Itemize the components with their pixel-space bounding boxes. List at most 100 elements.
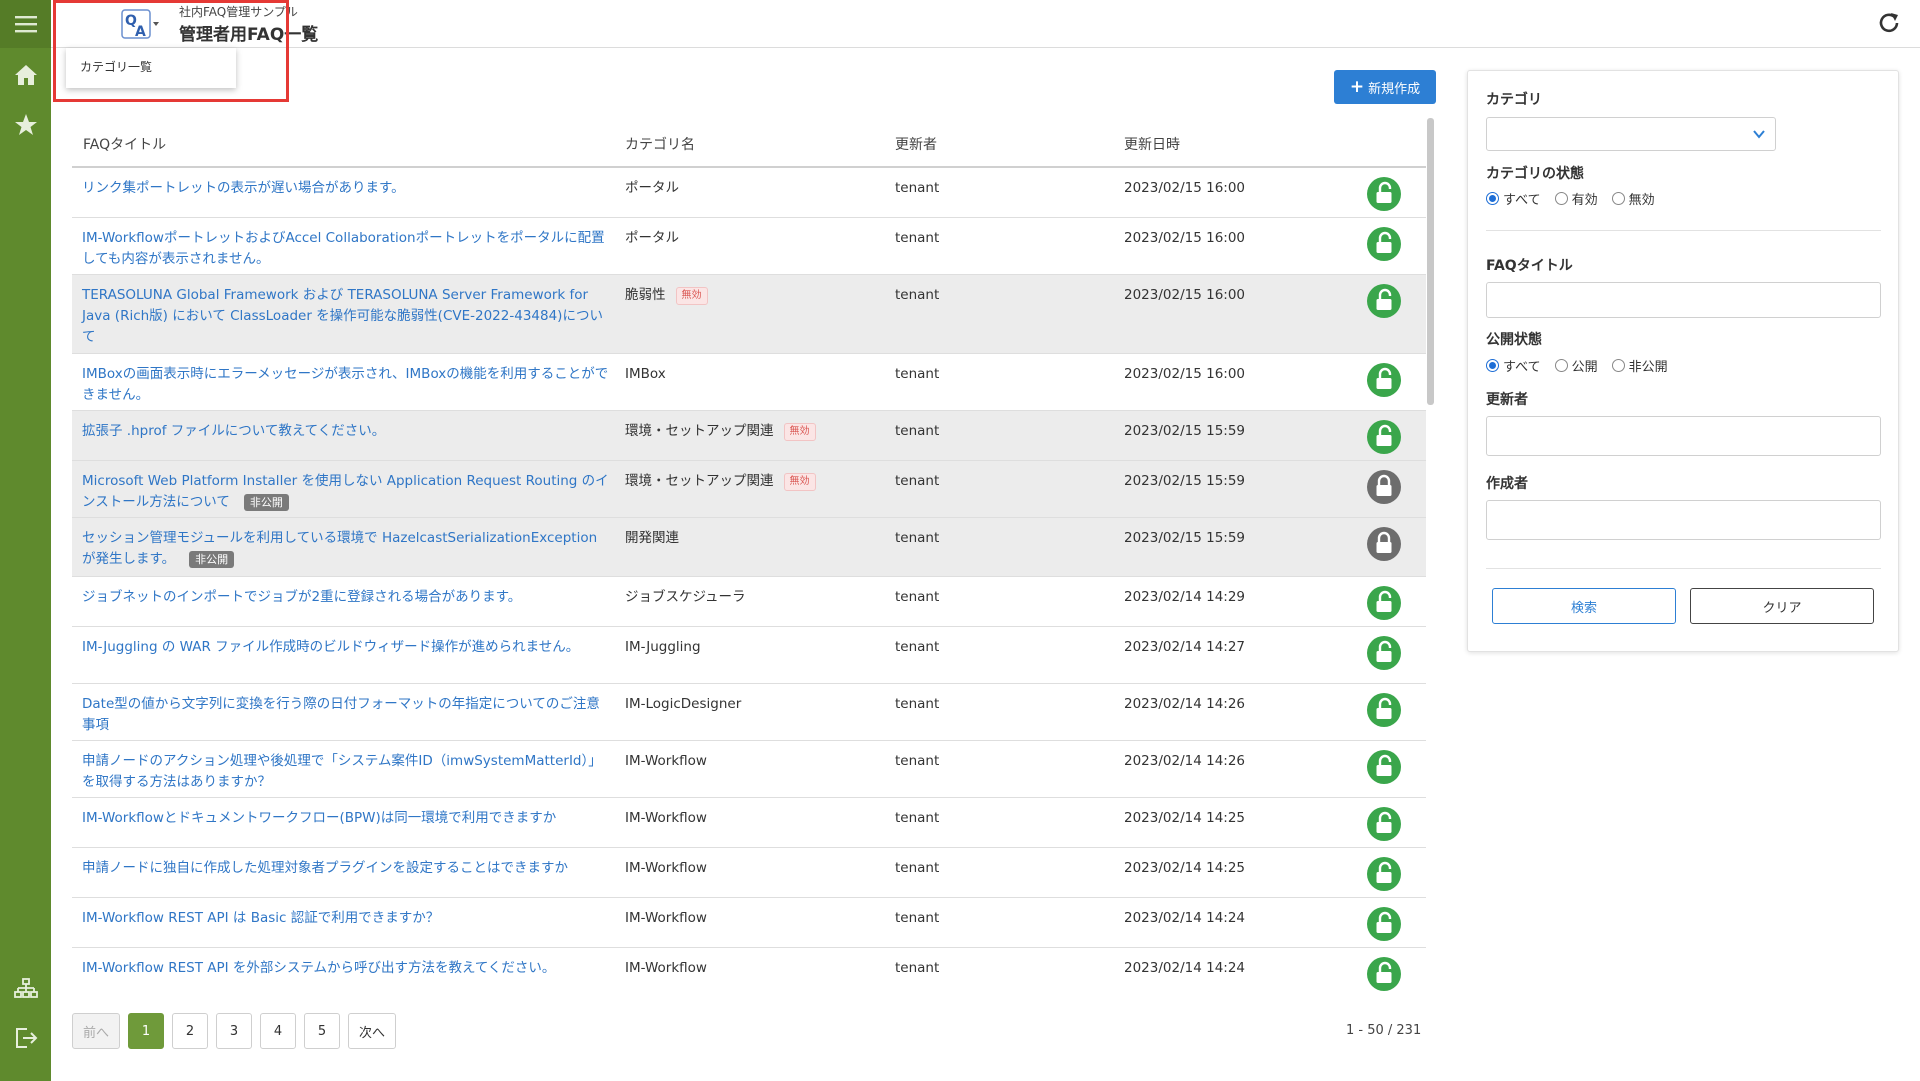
sitemap-icon[interactable] — [12, 975, 40, 1003]
updater-cell: tenant — [895, 423, 940, 439]
home-icon[interactable] — [12, 61, 40, 89]
unlock-icon[interactable] — [1366, 585, 1402, 621]
table-row[interactable]: TERASOLUNA Global Framework および TERASOLU… — [72, 275, 1426, 354]
table-row[interactable]: IM-Workflowとドキュメントワークフロー(BPW)は同一環境で利用できま… — [72, 798, 1426, 848]
star-icon[interactable] — [12, 111, 40, 139]
menu-item-category-list[interactable]: カテゴリ一覧 — [80, 58, 236, 75]
new-faq-label: 新規作成 — [1368, 81, 1421, 97]
unlock-icon[interactable] — [1366, 226, 1402, 262]
faq-title-link[interactable]: IM-Workflow REST API は Basic 認証で利用できますか？ — [82, 908, 612, 929]
unlock-icon[interactable] — [1366, 283, 1402, 319]
pager-page-5[interactable]: 5 — [304, 1013, 341, 1049]
table-row[interactable]: IMBoxの画面表示時にエラーメッセージが表示され、IMBoxの機能を利用するこ… — [72, 354, 1426, 411]
faq-title-text: リンク集ポートレットの表示が遅い場合があります。 — [82, 180, 405, 196]
faq-title-link[interactable]: IM-Juggling の WAR ファイル作成時のビルドウィザード操作が進めら… — [82, 637, 612, 658]
faq-title-link[interactable]: IM-WorkflowポートレットおよびAccel Collaborationポ… — [82, 228, 612, 270]
new-faq-button[interactable]: + 新規作成 — [1334, 70, 1436, 104]
unlock-icon[interactable] — [1366, 956, 1402, 992]
column-header-updater[interactable]: 更新者 — [895, 134, 937, 154]
logout-icon[interactable] — [12, 1024, 40, 1052]
table-scrollbar[interactable] — [1427, 118, 1434, 405]
private-badge: 非公開 — [243, 494, 289, 511]
publish-status-radio-2[interactable]: 非公開 — [1611, 356, 1668, 375]
faq-title-link[interactable]: リンク集ポートレットの表示が遅い場合があります。 — [82, 178, 612, 199]
faq-title-link[interactable]: TERASOLUNA Global Framework および TERASOLU… — [82, 285, 612, 348]
radio-button[interactable] — [1486, 359, 1499, 372]
publish-status-radio-1[interactable]: 公開 — [1554, 356, 1598, 375]
category-name: 脆弱性 — [625, 287, 666, 303]
creator-input[interactable] — [1486, 500, 1881, 540]
faq-title-link[interactable]: IMBoxの画面表示時にエラーメッセージが表示され、IMBoxの機能を利用するこ… — [82, 364, 612, 406]
faq-title-link[interactable]: Date型の値から文字列に変換を行う際の日付フォーマットの年指定についてのご注意… — [82, 694, 612, 736]
pager-page-2[interactable]: 2 — [172, 1013, 209, 1049]
pager-next-button[interactable]: 次へ — [348, 1013, 397, 1049]
column-header-title[interactable]: FAQタイトル — [83, 134, 166, 154]
faq-title-link[interactable]: 申請ノードに独自に作成した処理対象者プラグインを設定することはできますか — [82, 858, 612, 879]
table-header: FAQタイトル カテゴリ名 更新者 更新日時 — [72, 118, 1426, 168]
unlock-icon[interactable] — [1366, 749, 1402, 785]
faq-title-link[interactable]: Microsoft Web Platform Installer を使用しない … — [82, 471, 612, 513]
table-row[interactable]: IM-Juggling の WAR ファイル作成時のビルドウィザード操作が進めら… — [72, 627, 1426, 684]
unlock-icon[interactable] — [1366, 419, 1402, 455]
unlock-icon[interactable] — [1366, 692, 1402, 728]
faq-title-link[interactable]: IM-Workflowとドキュメントワークフロー(BPW)は同一環境で利用できま… — [82, 808, 612, 829]
pager-prev-button[interactable]: 前へ — [72, 1013, 121, 1049]
category-cell: ポータル — [625, 228, 885, 249]
lock-icon[interactable] — [1366, 526, 1402, 562]
radio-button[interactable] — [1486, 192, 1499, 205]
table-row[interactable]: ジョブネットのインポートでジョブが2重に登録される場合があります。 ジョブスケジュ… — [72, 577, 1426, 627]
category-cell: 環境・セットアップ関連 無効 — [625, 421, 885, 442]
unlock-icon[interactable] — [1366, 856, 1402, 892]
reload-icon[interactable] — [1876, 10, 1902, 36]
unlock-icon[interactable] — [1366, 635, 1402, 671]
table-row[interactable]: Date型の値から文字列に変換を行う際の日付フォーマットの年指定についてのご注意… — [72, 684, 1426, 741]
lock-icon[interactable] — [1366, 469, 1402, 505]
table-row[interactable]: IM-WorkflowポートレットおよびAccel Collaborationポ… — [72, 218, 1426, 275]
unlock-icon[interactable] — [1366, 176, 1402, 212]
app-logo-icon[interactable]: Q A — [121, 8, 159, 40]
radio-button[interactable] — [1611, 192, 1625, 205]
faq-title-link[interactable]: IM-Workflow REST API を外部システムから呼び出す方法を教えて… — [82, 958, 612, 979]
updater-input[interactable] — [1486, 416, 1881, 456]
table-row[interactable]: IM-Workflow REST API は Basic 認証で利用できますか？… — [72, 898, 1426, 948]
sidebar — [0, 0, 51, 1081]
faq-title-input[interactable] — [1486, 282, 1881, 318]
category-select[interactable] — [1486, 117, 1776, 151]
category-cell: IM-LogicDesigner — [625, 694, 885, 715]
unlock-icon[interactable] — [1366, 362, 1402, 398]
category-cell: IM-Workflow — [625, 958, 885, 979]
faq-title-text: 申請ノードのアクション処理や後処理で「システム案件ID（imwSystemMat… — [82, 753, 602, 790]
search-panel: カテゴリ カテゴリの状態 すべて 有効 無効 FAQタイトル 公開状態 すべて 公開非… — [1467, 70, 1899, 652]
faq-title-link[interactable]: 拡張子 .hprof ファイルについて教えてください。 — [82, 421, 612, 442]
category-status-radio-0[interactable]: すべて — [1486, 189, 1541, 208]
faq-title-link[interactable]: ジョブネットのインポートでジョブが2重に登録される場合があります。 — [82, 587, 612, 608]
column-header-category[interactable]: カテゴリ名 — [625, 134, 695, 154]
faq-title-text: セッション管理モジュールを利用している環境で HazelcastSerializ… — [82, 530, 598, 567]
pager-page-3[interactable]: 3 — [216, 1013, 253, 1049]
pager-page-4[interactable]: 4 — [260, 1013, 297, 1049]
table-row[interactable]: Microsoft Web Platform Installer を使用しない … — [72, 461, 1426, 518]
table-row[interactable]: IM-Workflow REST API を外部システムから呼び出す方法を教えて… — [72, 948, 1426, 992]
table-row[interactable]: セッション管理モジュールを利用している環境で HazelcastSerializ… — [72, 518, 1426, 577]
unlock-icon[interactable] — [1366, 806, 1402, 842]
unlock-icon[interactable] — [1366, 906, 1402, 942]
radio-button[interactable] — [1554, 359, 1568, 372]
hamburger-menu-icon[interactable] — [12, 10, 40, 38]
table-row[interactable]: 申請ノードのアクション処理や後処理で「システム案件ID（imwSystemMat… — [72, 741, 1426, 798]
faq-title-link[interactable]: セッション管理モジュールを利用している環境で HazelcastSerializ… — [82, 528, 612, 570]
table-row[interactable]: 拡張子 .hprof ファイルについて教えてください。 環境・セットアップ関連 無効… — [72, 411, 1426, 461]
category-name: IM-Workflow — [625, 910, 707, 926]
table-row[interactable]: 申請ノードに独自に作成した処理対象者プラグインを設定することはできますか IM-W… — [72, 848, 1426, 898]
clear-button[interactable]: クリア — [1690, 588, 1874, 624]
pager-page-1[interactable]: 1 — [128, 1013, 165, 1049]
search-button[interactable]: 検索 — [1492, 588, 1676, 624]
publish-status-radio-0[interactable]: すべて — [1486, 356, 1541, 375]
radio-button[interactable] — [1611, 359, 1625, 372]
faq-title-link[interactable]: 申請ノードのアクション処理や後処理で「システム案件ID（imwSystemMat… — [82, 751, 612, 793]
radio-button[interactable] — [1554, 192, 1568, 205]
category-status-radio-1[interactable]: 有効 — [1554, 189, 1598, 208]
column-header-updated-at[interactable]: 更新日時 — [1124, 134, 1180, 154]
category-status-radio-2[interactable]: 無効 — [1611, 189, 1655, 208]
table-row[interactable]: リンク集ポートレットの表示が遅い場合があります。 ポータル tenant 2023/0… — [72, 168, 1426, 218]
updated-at-cell: 2023/02/15 16:00 — [1124, 230, 1246, 246]
